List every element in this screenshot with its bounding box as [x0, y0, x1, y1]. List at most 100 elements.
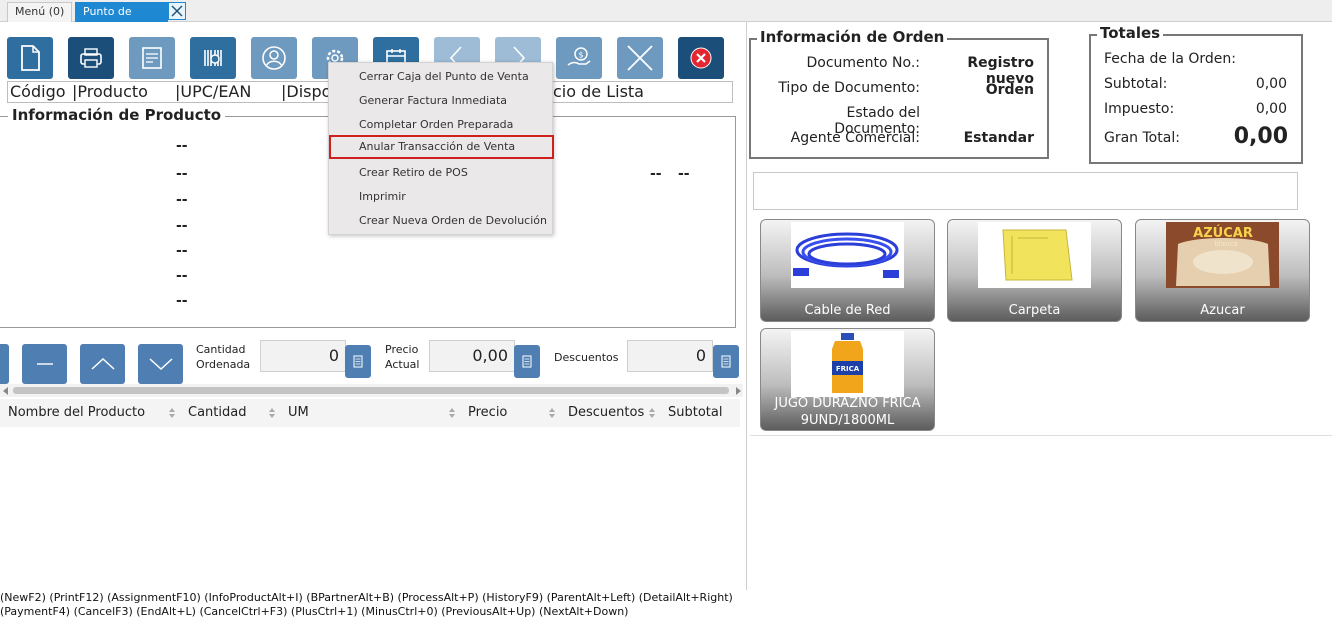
column-header-descuentos[interactable]: Descuentos [568, 399, 644, 427]
business-partner-button[interactable] [251, 37, 297, 79]
sort-icon[interactable] [268, 407, 276, 419]
folder-image [978, 222, 1091, 288]
menu-item-crear-retiro[interactable]: Crear Retiro de POS [329, 161, 554, 185]
quantity-input[interactable]: 0 [260, 340, 346, 372]
calculator-icon [522, 355, 532, 368]
subtotal-label: Subtotal: [1104, 76, 1168, 92]
shortcuts-line-2: (PaymentF4) (CancelF3) (EndAlt+L) (Cance… [0, 605, 629, 618]
minus-button[interactable] [22, 344, 67, 384]
column-header-producto[interactable]: Nombre del Producto [8, 399, 145, 427]
juice-bottle-image: FRICA [791, 331, 904, 397]
price-label: Precio Actual [385, 342, 419, 372]
hand-money-icon: $ [567, 47, 591, 66]
process-context-menu: Cerrar Caja del Punto de Venta Generar F… [328, 62, 554, 235]
menu-item-crear-devolucion[interactable]: Crear Nueva Orden de Devolución [329, 209, 554, 233]
juice-brand-text: FRICA [836, 365, 860, 373]
tab-punto-de-venta[interactable]: Punto de Venta [75, 2, 168, 36]
column-header-cantidad[interactable]: Cantidad [188, 399, 246, 427]
totals-title: Totales [1097, 24, 1164, 42]
print-button[interactable] [68, 37, 114, 79]
product-name-line1: JUGO DURAZNO FRICA [774, 396, 921, 411]
document-number-label: Documento No.: [806, 55, 920, 71]
move-down-button[interactable] [138, 344, 183, 384]
grand-total-value: 0,00 [1233, 124, 1288, 149]
info-product-button[interactable] [190, 37, 236, 79]
tax-label: Impuesto: [1104, 101, 1175, 117]
product-info-value: -- [650, 166, 662, 182]
price-input[interactable]: 0,00 [429, 340, 515, 372]
discount-label: Descuentos [554, 351, 619, 364]
sugar-sub-text: blanca [1214, 240, 1237, 248]
payment-button[interactable]: $ [556, 37, 602, 79]
new-document-button[interactable] [7, 37, 53, 79]
grand-total-label: Gran Total: [1104, 130, 1180, 146]
price-calculator-button[interactable] [514, 345, 540, 378]
calculator-icon [721, 355, 731, 368]
quantity-label-line1: Cantidad [196, 343, 246, 356]
move-up-button[interactable] [80, 344, 125, 384]
product-info-value: -- [176, 268, 188, 284]
product-name: Azucar [1200, 303, 1245, 318]
product-info-value: -- [176, 218, 188, 234]
product-info-value: -- [176, 243, 188, 259]
document-icon [21, 45, 40, 71]
product-tile[interactable]: AZÚCAR blanca Azucar [1135, 219, 1310, 322]
product-search-input[interactable] [753, 172, 1298, 210]
price-label-line2: Actual [385, 358, 420, 371]
minus-icon [36, 363, 53, 365]
close-tab-icon[interactable] [168, 2, 186, 20]
quantity-calculator-button[interactable] [345, 345, 371, 378]
header-upc-ean: |UPC/EAN [175, 82, 252, 101]
product-info-title: Información de Producto [8, 106, 226, 124]
sales-rep-value: Estandar [963, 130, 1034, 146]
column-header-subtotal[interactable]: Subtotal [668, 399, 722, 427]
header-producto: |Producto [72, 82, 148, 101]
price-label-line1: Precio [385, 343, 419, 356]
menu-item-completar-orden[interactable]: Completar Orden Preparada [329, 113, 554, 137]
scroll-right-icon[interactable] [735, 387, 741, 395]
barcode-search-icon [204, 50, 222, 66]
product-info-value: -- [678, 166, 690, 182]
discount-calculator-button[interactable] [713, 345, 739, 378]
exit-button[interactable] [678, 37, 724, 79]
discount-input[interactable]: 0 [627, 340, 713, 372]
sort-icon[interactable] [648, 407, 656, 419]
column-header-precio[interactable]: Precio [468, 399, 507, 427]
menu-item-anular-transaccion[interactable]: Anular Transacción de Venta [329, 135, 554, 159]
menu-item-imprimir[interactable]: Imprimir [329, 185, 554, 209]
horizontal-scrollbar[interactable] [0, 384, 743, 397]
network-cable-image [791, 222, 904, 288]
quantity-label: Cantidad Ordenada [196, 342, 250, 372]
product-info-value: -- [176, 192, 188, 208]
sugar-brand-text: AZÚCAR [1193, 225, 1253, 241]
scrollbar-thumb[interactable] [13, 387, 729, 394]
menu-item-generar-factura[interactable]: Generar Factura Inmediata [329, 89, 554, 113]
subtotal-value: 0,00 [1255, 76, 1287, 92]
product-tile[interactable]: FRICA JUGO DURAZNO FRICA 9UND/1800ML [760, 328, 935, 431]
calculator-icon [353, 355, 363, 368]
column-header-um[interactable]: UM [288, 399, 309, 427]
sort-icon[interactable] [548, 407, 556, 419]
menu-item-cerrar-caja[interactable]: Cerrar Caja del Punto de Venta [329, 65, 554, 89]
product-info-value: -- [176, 138, 188, 154]
document-type-label: Tipo de Documento: [778, 80, 920, 96]
sort-icon[interactable] [168, 407, 176, 419]
product-tile[interactable]: Cable de Red [760, 219, 935, 322]
cancel-button[interactable] [617, 37, 663, 79]
invoice-icon [142, 47, 162, 69]
scroll-left-icon[interactable] [3, 387, 9, 395]
product-info-value: -- [176, 293, 188, 309]
sort-icon[interactable] [448, 407, 456, 419]
tab-bar: Menú (0) Punto de Venta [0, 0, 1332, 36]
tab-menu[interactable]: Menú (0) [7, 2, 73, 22]
printer-icon [80, 48, 102, 68]
header-precio-lista: cio de Lista [553, 82, 644, 101]
product-name: Cable de Red [804, 303, 891, 318]
product-info-value: -- [176, 166, 188, 182]
red-x-icon [690, 47, 712, 69]
product-tile[interactable]: Carpeta [947, 219, 1122, 322]
header-codigo: Código [10, 82, 66, 101]
order-info-title: Información de Orden [757, 28, 948, 46]
assignment-button[interactable] [129, 37, 175, 79]
delete-line-button[interactable] [0, 344, 9, 384]
